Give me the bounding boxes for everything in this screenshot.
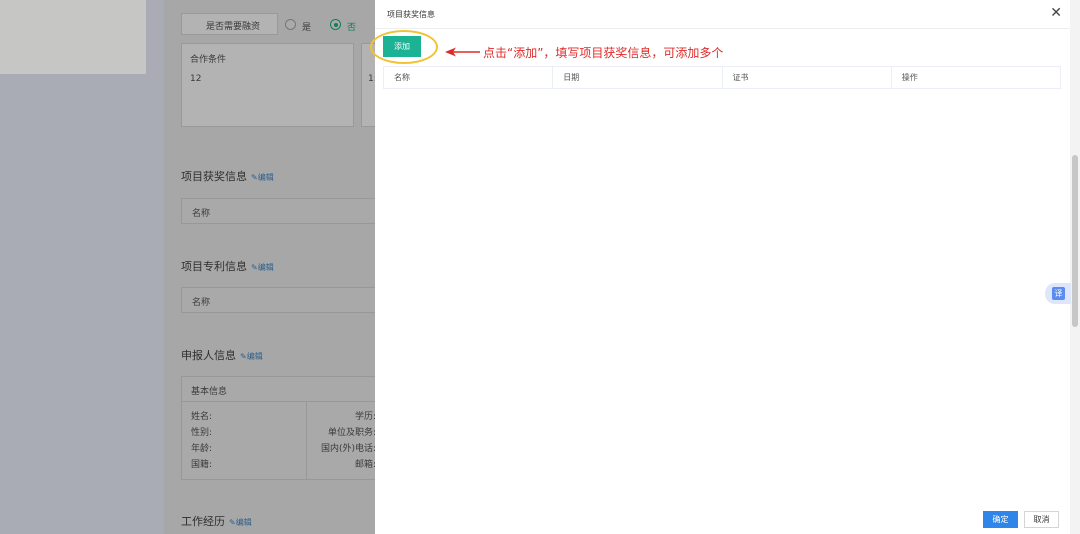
financing-yes-label: 是: [302, 23, 312, 33]
translate-widget[interactable]: 译: [1045, 283, 1071, 304]
field-phone: 国内(外)电话:: [320, 444, 376, 454]
patents-col-name: 名称: [192, 298, 211, 308]
field-email: 邮箱:: [354, 460, 376, 470]
annotation-text: 点击“添加”，填写项目获奖信息，可添加多个: [483, 46, 724, 60]
applicant-edit-link[interactable]: ✎编辑: [240, 352, 263, 361]
scrollbar-thumb[interactable]: [1072, 155, 1078, 327]
field-organization: 单位及职务:: [327, 428, 376, 438]
awards-edit-link[interactable]: ✎编辑: [251, 173, 274, 182]
applicant-section-title: 申报人信息 ✎编辑: [181, 349, 263, 362]
award-table: 名称 日期 证书 操作: [382, 66, 1062, 89]
close-icon[interactable]: ✕: [1050, 5, 1062, 21]
arrow-left-icon: [445, 47, 480, 57]
financing-radio-yes[interactable]: [285, 19, 296, 30]
work-edit-link[interactable]: ✎编辑: [229, 518, 252, 527]
field-nationality: 国籍:: [191, 460, 213, 470]
scrollbar-track[interactable]: [1070, 0, 1080, 534]
table-header-actions: 操作: [890, 66, 1062, 89]
table-header-certificate: 证书: [721, 66, 892, 89]
applicant-info-box: 基本信息 姓名: 性别: 年龄: 国籍: 学历: 单位及职务: 国内(外)电话:…: [181, 376, 382, 480]
background-sidebar: [0, 0, 164, 534]
modal-title: 项目获奖信息: [387, 10, 435, 19]
award-info-modal: 项目获奖信息 ✕ 添加 点击“添加”，填写项目获奖信息，可添加多个 名称 日期 …: [370, 0, 1080, 534]
patents-section-title: 项目专利信息 ✎编辑: [181, 260, 274, 273]
add-button[interactable]: 添加: [383, 36, 421, 57]
financing-no-label: 否: [347, 23, 357, 33]
field-education: 学历:: [354, 412, 376, 422]
patents-table: 名称: [181, 287, 381, 313]
field-gender: 性别:: [191, 428, 213, 438]
translate-icon: 译: [1052, 287, 1065, 300]
awards-table: 名称: [181, 198, 381, 224]
work-section-title: 工作经历 ✎编辑: [181, 515, 252, 528]
field-name: 姓名:: [191, 412, 213, 422]
modal-header-divider: [375, 28, 1070, 29]
table-header-date: 日期: [552, 66, 723, 89]
financing-radio-no[interactable]: [330, 19, 341, 30]
cooperation-value: 12: [190, 74, 202, 84]
confirm-button[interactable]: 确定: [983, 511, 1018, 528]
awards-section-title: 项目获奖信息 ✎编辑: [181, 170, 274, 183]
cooperation-textarea[interactable]: 合作条件 12: [181, 43, 354, 127]
basic-info-label: 基本信息: [191, 387, 228, 397]
patents-edit-link[interactable]: ✎编辑: [251, 263, 274, 272]
financing-label-box: 是否需要融资: [181, 13, 278, 35]
cancel-button[interactable]: 取消: [1024, 511, 1059, 528]
cooperation-label: 合作条件: [190, 55, 227, 65]
table-header-name: 名称: [382, 66, 554, 89]
table-header-row: 名称 日期 证书 操作: [382, 66, 1062, 89]
field-age: 年龄:: [191, 444, 213, 454]
financing-label: 是否需要融资: [206, 22, 261, 32]
background-top-panel: [0, 0, 146, 74]
background-form: 是否需要融资 是 否 合作条件 12 1: 项目获奖信息 ✎编辑 名称 项目专利信…: [164, 0, 382, 534]
awards-col-name: 名称: [192, 209, 211, 219]
